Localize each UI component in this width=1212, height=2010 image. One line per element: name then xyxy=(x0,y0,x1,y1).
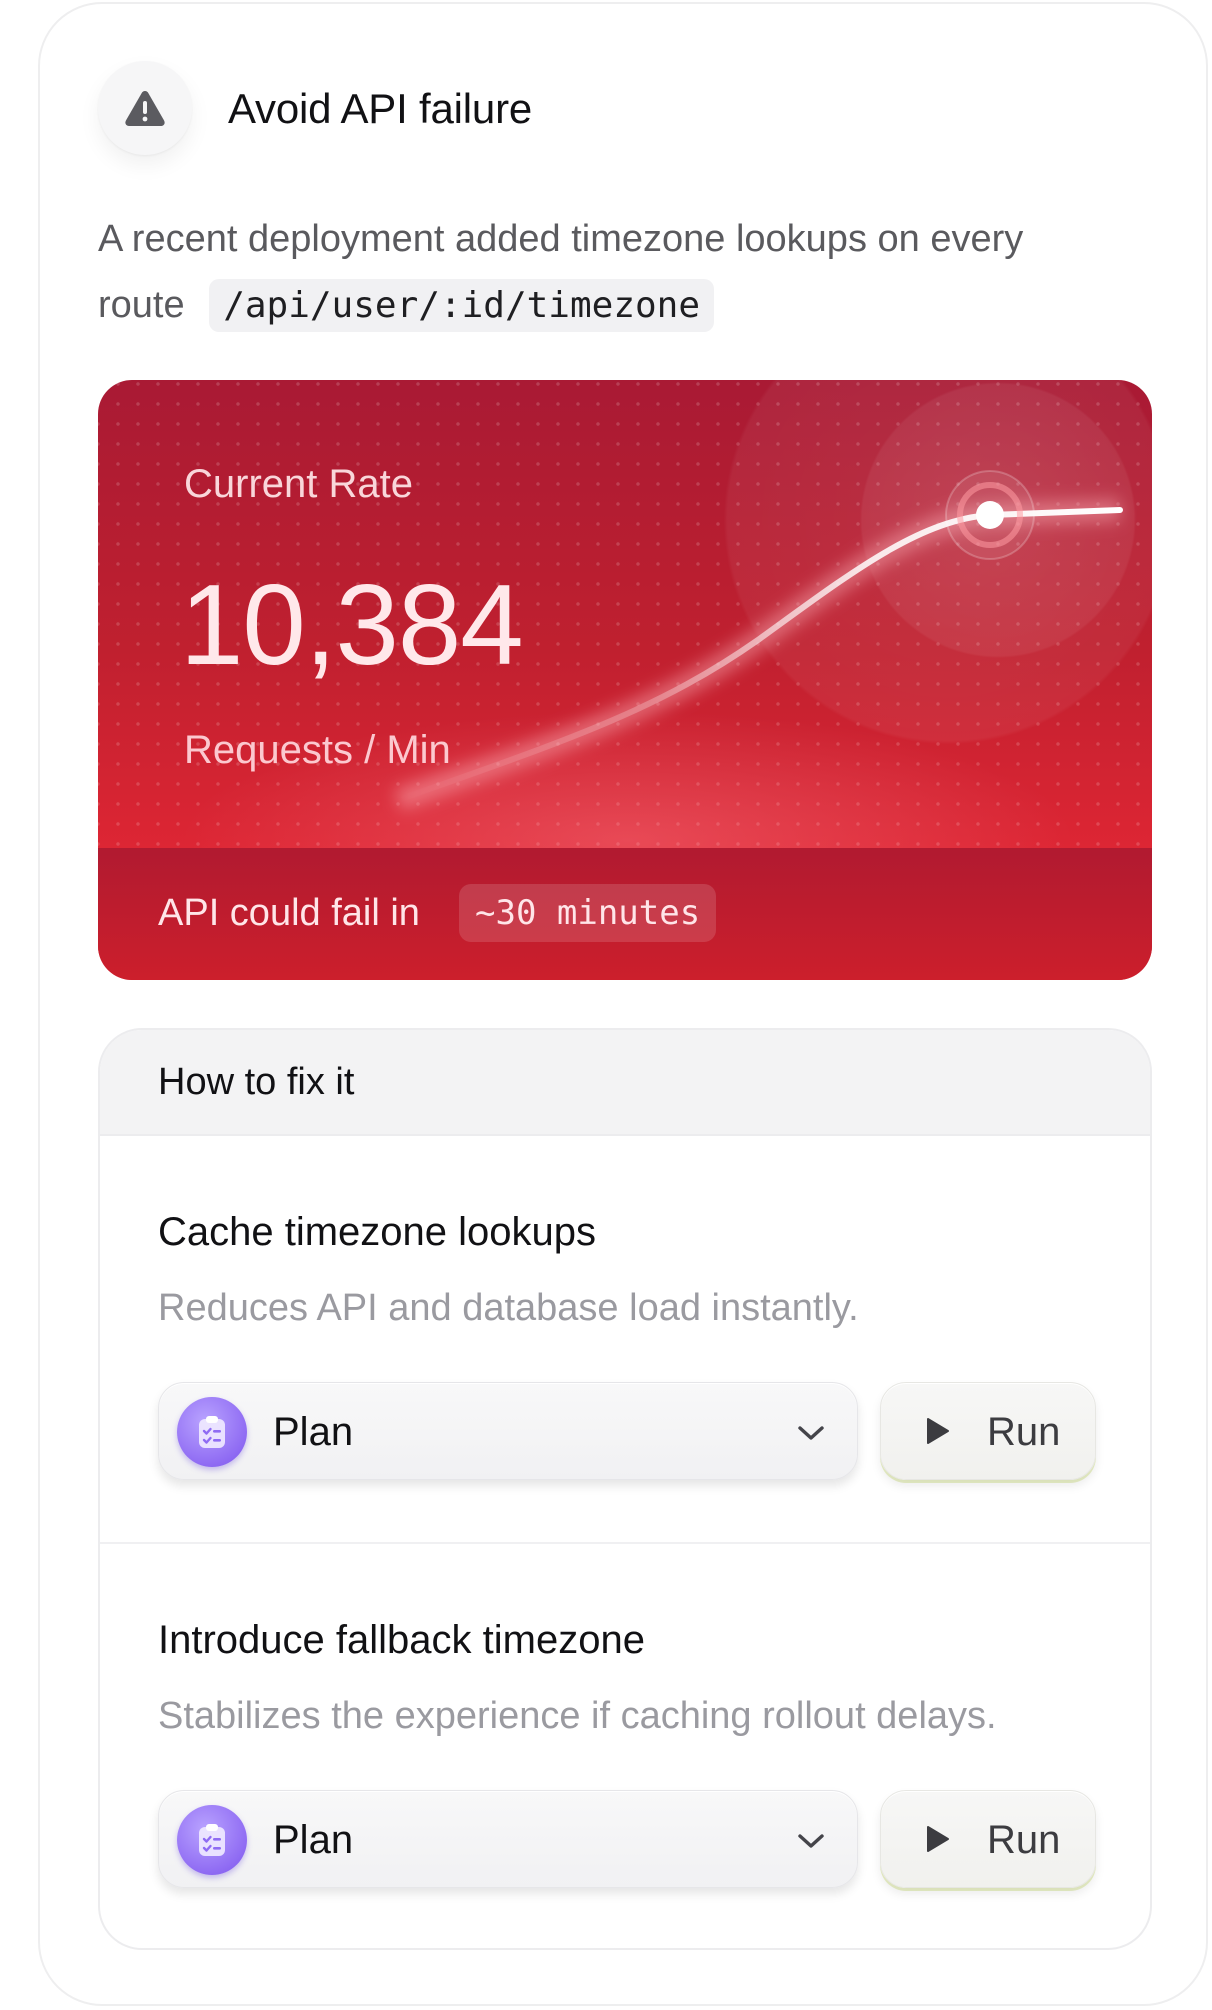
failure-time-badge: ~30 minutes xyxy=(459,884,717,942)
failure-warning-bar: API could fail in ~30 minutes xyxy=(98,848,1152,980)
rate-unit: Requests / Min xyxy=(184,728,451,772)
plan-select-value: Plan xyxy=(273,1818,354,1862)
rate-label: Current Rate xyxy=(184,462,413,506)
run-button-label: Run xyxy=(987,1410,1061,1454)
alert-description: A recent deployment added timezone looku… xyxy=(98,206,1118,339)
warning-badge xyxy=(98,61,192,155)
alert-card: Avoid API failure A recent deployment ad… xyxy=(38,2,1208,2006)
run-button[interactable]: Run xyxy=(880,1382,1096,1480)
plan-select[interactable]: Plan xyxy=(158,1790,858,1888)
current-point xyxy=(976,501,1004,529)
current-rate-card: Current Rate 10,384 Requests / Min API c… xyxy=(98,380,1152,980)
fix-item: Cache timezone lookups Reduces API and d… xyxy=(100,1136,1150,1544)
fix-item-title: Cache timezone lookups xyxy=(158,1210,597,1254)
fix-item: Introduce fallback timezone Stabilizes t… xyxy=(100,1544,1150,1948)
failure-warning-text: API could fail in xyxy=(158,892,420,934)
alert-title: Avoid API failure xyxy=(228,85,533,132)
play-icon xyxy=(923,1824,953,1854)
fix-panel-title: How to fix it xyxy=(158,1061,355,1103)
fix-item-description: Reduces API and database load instantly. xyxy=(158,1287,859,1329)
fix-panel-header: How to fix it xyxy=(100,1030,1150,1136)
plan-select-value: Plan xyxy=(273,1410,354,1454)
route-code: /api/user/:id/timezone xyxy=(209,279,715,332)
fix-item-title: Introduce fallback timezone xyxy=(158,1618,645,1662)
run-button-label: Run xyxy=(987,1818,1061,1862)
chevron-down-icon xyxy=(791,1413,831,1453)
plan-select[interactable]: Plan xyxy=(158,1382,858,1480)
warning-triangle-icon xyxy=(125,91,165,126)
rate-value: 10,384 xyxy=(180,562,524,689)
chevron-down-icon xyxy=(791,1821,831,1861)
fix-item-description: Stabilizes the experience if caching rol… xyxy=(158,1695,997,1737)
run-button[interactable]: Run xyxy=(880,1790,1096,1888)
clipboard-checklist-icon xyxy=(177,1397,247,1467)
clipboard-checklist-icon xyxy=(177,1805,247,1875)
play-icon xyxy=(923,1416,953,1446)
fix-panel: How to fix it Cache timezone lookups Red… xyxy=(98,1028,1152,1950)
